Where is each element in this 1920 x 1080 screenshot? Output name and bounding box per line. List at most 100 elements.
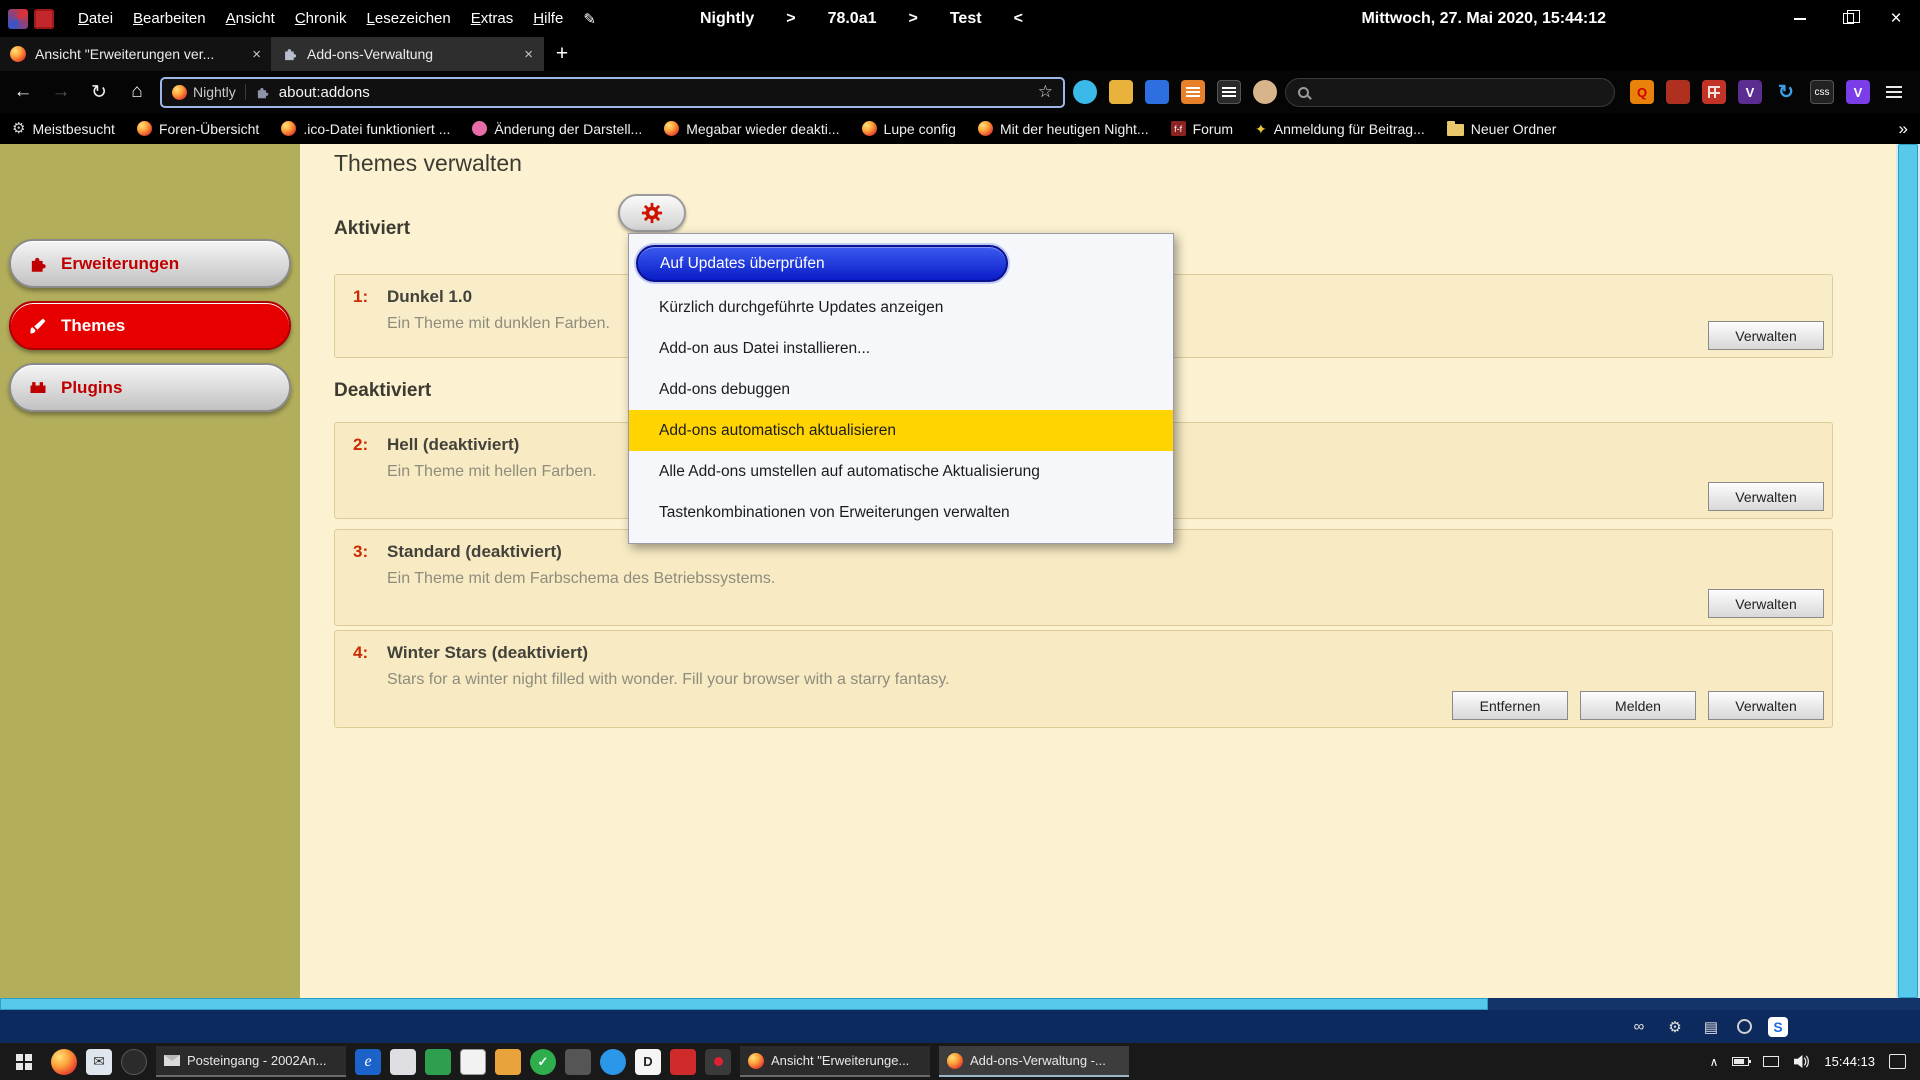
antivirus-icon[interactable]	[530, 1049, 556, 1075]
pinned-app-icon[interactable]	[565, 1049, 591, 1075]
menu-extras[interactable]: Extras	[461, 2, 524, 35]
manage-button[interactable]: Verwalten	[1708, 482, 1824, 511]
tab-close-icon[interactable]: ×	[524, 46, 533, 63]
q-addon-icon[interactable]: Q	[1630, 80, 1654, 104]
table-addon-icon[interactable]	[1702, 80, 1726, 104]
blue-folder-icon[interactable]	[1145, 80, 1169, 104]
sidebar-item-themes[interactable]: Themes	[9, 301, 291, 350]
bookmark-forum[interactable]: Forum	[1171, 121, 1233, 137]
bookmark-anmeldung[interactable]: ✦Anmeldung für Beitrag...	[1255, 121, 1425, 137]
bookmark-megabar[interactable]: Megabar wieder deakti...	[664, 121, 839, 137]
bookmark-aenderung-darstellung[interactable]: Änderung der Darstell...	[472, 121, 642, 137]
speaker-icon[interactable]	[1793, 1054, 1810, 1069]
pinned-app-icon[interactable]	[705, 1049, 731, 1075]
taskbar-button-addons-verwaltung[interactable]: Add-ons-Verwaltung -...	[939, 1046, 1129, 1077]
identity-chip[interactable]: Nightly	[172, 84, 246, 100]
vertical-scrollbar[interactable]	[1896, 144, 1920, 998]
folder-icon[interactable]	[1109, 80, 1133, 104]
palette-icon[interactable]	[1253, 80, 1277, 104]
url-bar[interactable]: Nightly about:addons ☆	[160, 77, 1065, 108]
bookmark-neuer-ordner[interactable]: Neuer Ordner	[1447, 121, 1557, 137]
manage-button[interactable]: Verwalten	[1708, 321, 1824, 350]
firefox-taskbar-icon[interactable]	[51, 1049, 77, 1075]
report-button[interactable]: Melden	[1580, 691, 1696, 720]
tools-for-all-addons-button[interactable]	[618, 194, 686, 232]
remove-button[interactable]: Entfernen	[1452, 691, 1568, 720]
app-menu-icon[interactable]	[1882, 80, 1906, 104]
manage-button[interactable]: Verwalten	[1708, 589, 1824, 618]
video-addon-icon[interactable]: V	[1846, 80, 1870, 104]
sidebar-item-erweiterungen[interactable]: Erweiterungen	[9, 239, 291, 288]
network-icon[interactable]	[1763, 1056, 1779, 1067]
menu-item-manage-shortcuts[interactable]: Tastenkombinationen von Erweiterungen ve…	[629, 492, 1173, 533]
minimize-button[interactable]	[1776, 0, 1824, 37]
manage-button[interactable]: Verwalten	[1708, 691, 1824, 720]
menu-lesezeichen[interactable]: Lesezeichen	[357, 2, 461, 35]
close-button[interactable]: ×	[1872, 0, 1920, 37]
tray-chevron-icon[interactable]: ∧	[1710, 1055, 1719, 1069]
pinned-app-icon[interactable]	[425, 1049, 451, 1075]
taskbar-button-posteingang[interactable]: Posteingang - 2002An...	[156, 1046, 346, 1077]
search-bar[interactable]	[1285, 78, 1615, 107]
list-icon[interactable]	[1217, 80, 1241, 104]
pinned-app-icon[interactable]	[460, 1049, 486, 1075]
start-button[interactable]	[6, 1043, 42, 1080]
bookmark-star-icon[interactable]: ☆	[1038, 82, 1053, 102]
tab-close-icon[interactable]: ×	[252, 46, 261, 63]
tray-clock[interactable]: 15:44:13	[1824, 1054, 1875, 1069]
reload-button[interactable]: ↻	[84, 81, 114, 104]
menu-item-reset-auto-update[interactable]: Alle Add-ons umstellen auf automatische …	[629, 451, 1173, 492]
menu-datei[interactable]: Datei	[68, 2, 123, 35]
back-button[interactable]: ←	[8, 81, 38, 103]
vertical-scrollbar-thumb[interactable]	[1898, 144, 1918, 998]
bookmark-lupe-config[interactable]: Lupe config	[862, 121, 956, 137]
menu-hilfe[interactable]: Hilfe	[523, 2, 573, 35]
search-input[interactable]	[1318, 84, 1602, 100]
tab-erweiterungen-ansicht[interactable]: Ansicht "Erweiterungen ver... ×	[0, 37, 272, 71]
new-tab-button[interactable]: +	[544, 37, 580, 71]
restore-button[interactable]	[1824, 0, 1872, 37]
menu-item-check-updates[interactable]: Auf Updates überprüfen	[636, 245, 1008, 282]
s-app-icon[interactable]: S	[1768, 1017, 1788, 1037]
tab-addons-verwaltung[interactable]: Add-ons-Verwaltung ×	[272, 37, 544, 71]
css-addon-icon[interactable]: css	[1810, 80, 1834, 104]
home-button[interactable]: ⌂	[122, 81, 152, 103]
bookmarks-overflow-chevron[interactable]: »	[1899, 119, 1908, 139]
horizontal-scrollbar[interactable]	[0, 998, 1920, 1010]
url-text[interactable]: about:addons	[279, 84, 1029, 101]
menu-chronik[interactable]: Chronik	[285, 2, 357, 35]
action-center-icon[interactable]	[1889, 1054, 1906, 1069]
link-icon[interactable]: ∞	[1629, 1017, 1649, 1037]
horizontal-scrollbar-thumb[interactable]	[0, 998, 1488, 1010]
ie-icon[interactable]	[355, 1049, 381, 1075]
refresh-addon-icon[interactable]: ↻	[1774, 80, 1798, 104]
d-app-icon[interactable]	[635, 1049, 661, 1075]
pinned-app-icon[interactable]	[390, 1049, 416, 1075]
bird-icon[interactable]	[1073, 80, 1097, 104]
sidebar-item-plugins[interactable]: Plugins	[9, 363, 291, 412]
battery-icon[interactable]	[1732, 1057, 1749, 1066]
red-addon-icon[interactable]	[1666, 80, 1690, 104]
pinned-folder-icon[interactable]	[495, 1049, 521, 1075]
gear-icon[interactable]: ⚙	[1665, 1017, 1685, 1037]
bookmark-meistbesucht[interactable]: ⚙Meistbesucht	[12, 121, 115, 137]
pencil-icon[interactable]: ✎	[583, 10, 596, 28]
bookmark-heutige-nightly[interactable]: Mit der heutigen Night...	[978, 121, 1149, 137]
bookmark-foren-uebersicht[interactable]: Foren-Übersicht	[137, 121, 259, 137]
menu-ansicht[interactable]: Ansicht	[216, 2, 285, 35]
forward-button[interactable]: →	[46, 81, 76, 103]
clock-icon[interactable]	[1737, 1019, 1752, 1034]
menu-bearbeiten[interactable]: Bearbeiten	[123, 2, 216, 35]
grid-icon[interactable]	[1181, 80, 1205, 104]
pinned-app-icon[interactable]	[600, 1049, 626, 1075]
taskbar-button-ansicht-erweiterungen[interactable]: Ansicht "Erweiterunge...	[740, 1046, 930, 1077]
v-addon-icon[interactable]: V	[1738, 80, 1762, 104]
mail-taskbar-icon[interactable]: ✉	[86, 1049, 112, 1075]
book-icon[interactable]: ▤	[1701, 1017, 1721, 1037]
app-taskbar-icon[interactable]	[121, 1049, 147, 1075]
menu-item-install-from-file[interactable]: Add-on aus Datei installieren...	[629, 328, 1173, 369]
menu-item-recent-updates[interactable]: Kürzlich durchgeführte Updates anzeigen	[629, 287, 1173, 328]
bookmark-ico-datei[interactable]: .ico-Datei funktioniert ...	[281, 121, 450, 137]
pinned-app-icon[interactable]	[670, 1049, 696, 1075]
menu-item-auto-update-addons[interactable]: Add-ons automatisch aktualisieren	[629, 410, 1173, 451]
